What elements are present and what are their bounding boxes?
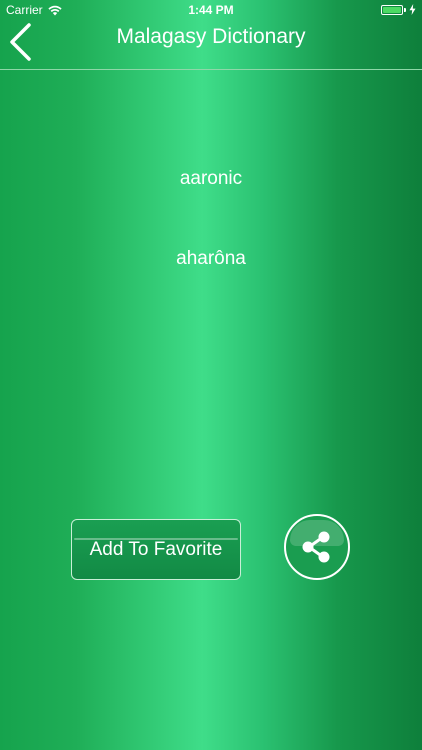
add-to-favorite-button[interactable]: Add To Favorite <box>71 519 241 580</box>
add-to-favorite-label: Add To Favorite <box>89 539 223 560</box>
share-button[interactable] <box>284 514 350 580</box>
navigation-bar: Malagasy Dictionary <box>0 0 422 70</box>
page-title: Malagasy Dictionary <box>116 25 306 48</box>
english-word: aaronic <box>179 168 243 189</box>
share-icon <box>302 531 330 563</box>
malagasy-translation: aharôna <box>176 248 246 269</box>
